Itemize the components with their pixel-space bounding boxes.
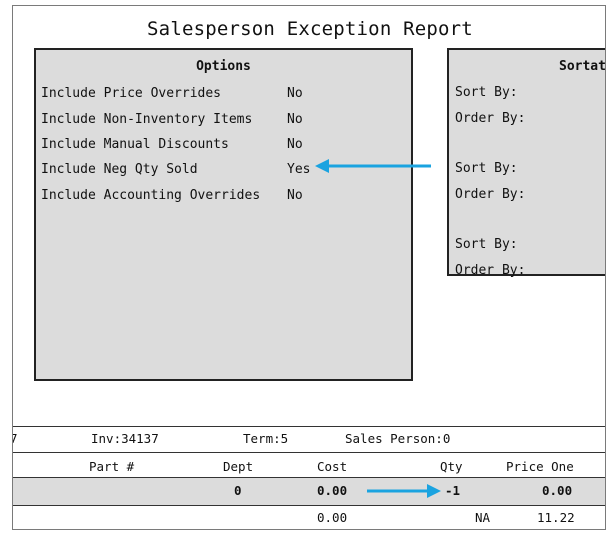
order-by-label-3: Order By: [455, 263, 526, 278]
invoice-strip: 7 Inv:34137 Term:5 Sales Person:0 [13, 427, 605, 449]
cell-qty: NA [475, 510, 491, 525]
column-header-cost: Cost [317, 459, 348, 474]
option-value[interactable]: No [287, 135, 303, 155]
column-header-price-one: Price One [506, 459, 574, 474]
option-label: Include Neg Qty Sold [41, 162, 198, 177]
option-value[interactable]: No [287, 186, 303, 206]
table-row[interactable]: 0 0.00 -1 0.00 [13, 478, 605, 505]
option-label: Include Price Overrides [41, 86, 222, 101]
option-value[interactable]: No [287, 84, 303, 104]
order-by-label-1: Order By: [455, 111, 526, 126]
cell-cost: 0.00 [317, 483, 348, 498]
invoice-number: Inv:34137 [91, 431, 159, 446]
cell-dept: 0 [234, 483, 242, 498]
invoice-left-fragment: 7 [13, 431, 18, 446]
cell-price-one: 11.22 [537, 510, 575, 525]
table-row[interactable]: 0.00 NA 11.22 [13, 505, 605, 529]
sort-by-label-2: Sort By: [455, 161, 518, 176]
option-value[interactable]: No [287, 110, 303, 130]
option-label: Include Non-Inventory Items [41, 112, 253, 127]
report-frame: Salesperson Exception Report Options Inc… [12, 5, 606, 530]
annotation-arrow-right-icon [367, 484, 441, 498]
option-value[interactable]: Yes [287, 160, 310, 180]
sortation-panel: Sortat Sort By: Order By: Sort By: Order… [447, 48, 606, 278]
option-label: Include Manual Discounts [41, 137, 229, 152]
invoice-salesperson: Sales Person:0 [345, 431, 451, 446]
column-header-qty: Qty [440, 459, 463, 474]
table-header-row: Part # Dept Cost Qty Price One [13, 454, 605, 478]
sort-by-label-3: Sort By: [455, 237, 518, 252]
cell-price-one: 0.00 [542, 483, 573, 498]
divider [13, 452, 605, 453]
cell-cost: 0.00 [317, 510, 348, 525]
sortation-heading: Sortat [559, 59, 606, 74]
invoice-term: Term:5 [243, 431, 289, 446]
order-by-label-2: Order By: [455, 187, 526, 202]
cell-qty: -1 [445, 483, 461, 498]
options-panel: Options Include Price Overrides No Inclu… [34, 48, 413, 381]
annotation-arrow-left-icon [315, 159, 431, 173]
column-header-part: Part # [89, 459, 135, 474]
sort-by-label-1: Sort By: [455, 85, 518, 100]
option-label: Include Accounting Overrides [41, 188, 261, 203]
report-title: Salesperson Exception Report [147, 18, 473, 40]
options-heading: Options [196, 59, 251, 74]
column-header-dept: Dept [223, 459, 254, 474]
